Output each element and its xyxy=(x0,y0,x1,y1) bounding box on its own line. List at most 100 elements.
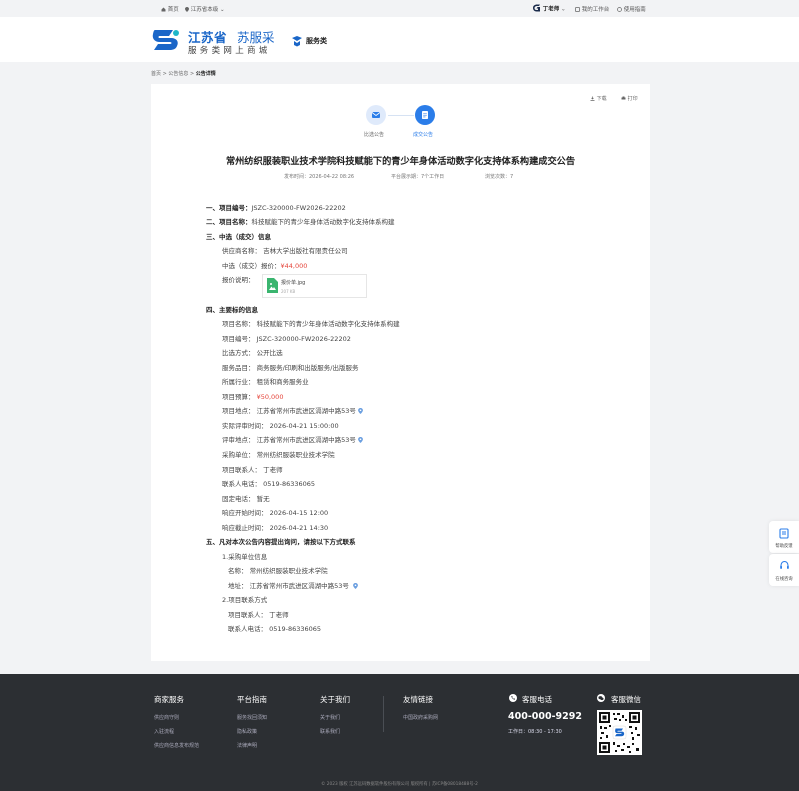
envelope-icon xyxy=(371,112,381,118)
section-contact: 五、凡对本次公告内容提出询问，请按以下方式联系 xyxy=(206,538,356,546)
workbench-link[interactable]: 我的工作台 xyxy=(575,5,609,13)
detail-label: 响应开始时间： xyxy=(222,509,268,518)
wechat-icon xyxy=(597,694,605,702)
breadcrumb-notices[interactable]: 公告信息 xyxy=(168,71,188,77)
workbench-icon xyxy=(575,6,580,12)
user-logo-icon xyxy=(533,4,540,12)
location-pin-icon[interactable] xyxy=(353,583,358,589)
project-contact: 项目联系人： 丁老师 xyxy=(228,611,289,619)
detail-label: 项目联系人： xyxy=(222,465,261,474)
footer-link[interactable]: 供应商信息发布规范 xyxy=(154,742,199,749)
service-category-icon xyxy=(292,36,302,47)
step-deal-notice[interactable] xyxy=(415,105,435,125)
detail-label: 项目名称： xyxy=(222,320,255,328)
detail-label: 项目编号： xyxy=(222,334,255,343)
download-button[interactable]: 下载 xyxy=(590,95,607,102)
detail-label: 固定电话： xyxy=(222,494,255,503)
wechat-qr-code xyxy=(597,710,642,755)
detail-label: 采购单位： xyxy=(222,450,255,459)
project-contact-heading: 2.项目联系方式 xyxy=(222,596,268,604)
display-period: 平台展示期：7个工作日 xyxy=(391,174,445,180)
detail-label: 评审地点： xyxy=(222,436,255,445)
service-category-tag[interactable]: 服务类 xyxy=(306,36,327,46)
copyright: © 2023 版权 江苏远码数据软件股份有限公司 版权所有 | 苏ICP备080… xyxy=(321,782,478,787)
footer-col-links-title: 友情链接 xyxy=(403,695,433,704)
detail-value: 常州纺织服装职业技术学院 xyxy=(256,450,335,459)
print-button[interactable]: 打印 xyxy=(621,95,638,102)
unit-name: 名称： 常州纺织服装职业技术学院 xyxy=(228,567,328,575)
step-label-deal: 成交公告 xyxy=(413,132,434,138)
region-selector[interactable]: 江苏省本级 ⌄ xyxy=(185,5,225,13)
image-file-icon xyxy=(267,278,278,293)
headset-icon xyxy=(780,560,789,569)
top-bar: 首页 江苏省本级 ⌄ 丁老师 ⌄ 我的工作台 使用指南 xyxy=(0,0,799,17)
quote-label: 报价说明： xyxy=(222,276,255,284)
footer-link[interactable]: 服务找回须知 xyxy=(237,714,267,721)
footer-link[interactable]: 法律声明 xyxy=(237,742,257,749)
guide-icon xyxy=(617,6,622,12)
document-icon xyxy=(422,111,428,119)
unit-heading: 1.采购单位信息 xyxy=(222,553,268,561)
hotline-number: 400-000-9292 xyxy=(508,711,582,722)
footer-link[interactable]: 供应商守则 xyxy=(154,714,179,721)
attachment-filename: 报价单.jpg xyxy=(281,280,306,286)
location-pin-icon[interactable] xyxy=(357,437,363,444)
breadcrumb: 首页 > 公告信息 > 公告详情 xyxy=(151,71,216,77)
breadcrumb-home[interactable]: 首页 xyxy=(151,71,161,77)
detail-value: 商务服务/印刷和出版服务/出版服务 xyxy=(256,363,359,372)
step-connector xyxy=(388,115,414,116)
section-main-info: 四、主要标的信息 xyxy=(206,306,258,314)
hotline-hours: 工作日：08:30 - 17:30 xyxy=(508,729,562,735)
user-menu[interactable]: 丁老师 ⌄ xyxy=(532,4,566,13)
detail-value: 科技赋能下的青少年身体活动数字化支持体系构建 xyxy=(256,320,400,328)
location-pin-icon xyxy=(185,6,189,12)
step-label-bid: 比选公告 xyxy=(364,132,385,138)
attachment-size: 207 KB xyxy=(281,289,296,294)
detail-label: 比选方式： xyxy=(222,349,255,358)
supplier-name: 供应商名称： 吉林大学出版社有限责任公司 xyxy=(222,247,348,255)
section-deal-info: 三、中选（成交）信息 xyxy=(206,233,271,241)
download-icon xyxy=(590,96,595,101)
detail-label: 联系人电话： xyxy=(222,480,261,489)
detail-row: 项目地点： 江苏省常州市武进区滆湖中路53号 xyxy=(222,407,363,415)
footer-link[interactable]: 联系我们 xyxy=(320,728,340,735)
brand-logo-icon[interactable] xyxy=(151,27,181,53)
footer-link[interactable]: 中国政府采购网 xyxy=(403,714,438,721)
detail-row: 固定电话： 暂无 xyxy=(222,495,270,503)
detail-label: 实际评审时间： xyxy=(222,421,268,430)
print-icon xyxy=(621,96,626,99)
detail-label: 项目预算： xyxy=(222,392,255,401)
quote-attachment[interactable]: 报价单.jpg 207 KB xyxy=(262,274,367,298)
project-name: 二、项目名称：科技赋能下的青少年身体活动数字化支持体系构建 xyxy=(206,218,395,226)
footer-link[interactable]: 入驻流程 xyxy=(154,728,174,735)
detail-row: 项目联系人： 丁老师 xyxy=(222,466,283,474)
detail-label: 服务品目： xyxy=(222,363,255,372)
step-bid-notice[interactable] xyxy=(366,105,386,125)
unit-address: 地址： 江苏省常州市武进区滆湖中路53号 xyxy=(228,582,358,590)
publish-time: 发布时间：2026-04-22 08:26 xyxy=(284,174,355,180)
chevron-down-icon: ⌄ xyxy=(220,7,225,13)
detail-row: 项目编号： JSZC-320000-FW2026-22202 xyxy=(222,335,351,343)
detail-row: 评审地点： 江苏省常州市武进区滆湖中路53号 xyxy=(222,436,363,444)
notice-title: 常州纺织服装职业技术学院科技赋能下的青少年身体活动数字化支持体系构建成交公告 xyxy=(225,156,576,167)
detail-value: 2026-04-15 12:00 xyxy=(269,509,329,518)
detail-label: 响应截止时间： xyxy=(222,523,268,532)
footer-link[interactable]: 关于我们 xyxy=(320,714,340,721)
guide-link[interactable]: 使用指南 xyxy=(617,5,646,13)
footer-link[interactable]: 隐私政策 xyxy=(237,728,257,735)
footer-col-merchant-title: 商家服务 xyxy=(154,695,184,704)
location-pin-icon[interactable] xyxy=(357,408,363,415)
detail-value: 暂无 xyxy=(256,494,270,503)
detail-row: 所属行业： 租赁和商务服务业 xyxy=(222,378,309,386)
help-feedback-widget[interactable]: 帮助反馈 xyxy=(769,521,799,553)
deal-price: 中选（成交）报价：¥44,000 xyxy=(222,262,308,270)
detail-row: 服务品目： 商务服务/印刷和出版服务/出版服务 xyxy=(222,364,358,372)
home-link[interactable]: 首页 xyxy=(161,5,179,13)
online-consult-widget[interactable]: 在线咨询 xyxy=(769,554,799,586)
project-phone: 联系人电话： 0519-86336065 xyxy=(228,625,322,633)
phone-icon xyxy=(509,694,517,702)
detail-label: 所属行业： xyxy=(222,378,255,387)
detail-label: 项目地点： xyxy=(222,407,255,416)
detail-value: ¥50,000 xyxy=(256,392,284,401)
site-footer: 商家服务 供应商守则 入驻流程 供应商信息发布规范 平台指南 服务找回须知 隐私… xyxy=(0,674,799,791)
